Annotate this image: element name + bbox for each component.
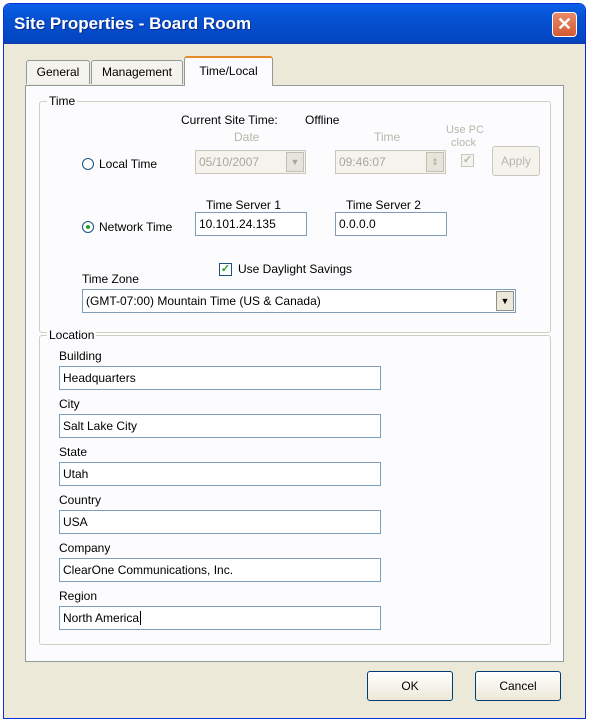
use-pc-clock-checkbox[interactable]: ✓ — [461, 154, 474, 167]
daylight-savings-checkbox[interactable]: ✓ — [219, 263, 232, 276]
tab-management[interactable]: Management — [91, 60, 183, 84]
local-time-label: Local Time — [99, 157, 158, 171]
tab-time-local[interactable]: Time/Local — [184, 56, 273, 86]
city-input[interactable]: Salt Lake City — [59, 414, 381, 438]
ok-button-label: OK — [401, 679, 419, 693]
current-site-time-value: Offline — [305, 113, 340, 127]
time-spinner[interactable]: 09:46:07 ⇕ — [335, 150, 446, 174]
city-value: Salt Lake City — [63, 419, 138, 433]
ok-button[interactable]: OK — [367, 671, 453, 701]
tab-label: General — [36, 65, 80, 79]
time-group-label: Time — [47, 94, 78, 108]
time-value: 09:46:07 — [339, 155, 386, 169]
time-server-1-input[interactable]: 10.101.24.135 — [195, 212, 307, 236]
tab-label: Time/Local — [199, 64, 258, 78]
local-time-radio[interactable] — [82, 158, 94, 170]
region-input[interactable]: North America — [59, 606, 381, 630]
time-zone-label: Time Zone — [82, 272, 139, 286]
company-value: ClearOne Communications, Inc. — [63, 563, 234, 577]
daylight-savings-label: Use Daylight Savings — [238, 262, 353, 276]
text-cursor — [140, 611, 142, 625]
apply-button-label: Apply — [500, 154, 532, 168]
state-value: Utah — [63, 467, 89, 481]
date-picker[interactable]: 05/10/2007 ▼ — [195, 150, 306, 174]
state-label: State — [59, 445, 88, 459]
date-label: Date — [234, 130, 260, 144]
network-time-label: Network Time — [99, 220, 173, 234]
checkmark-icon: ✓ — [220, 263, 231, 275]
location-group-label: Location — [47, 328, 97, 342]
site-properties-dialog: Site Properties - Board Room ✕ General M… — [3, 3, 586, 719]
time-server-1-value: 10.101.24.135 — [199, 217, 276, 231]
tab-label: Management — [101, 65, 173, 79]
country-input[interactable]: USA — [59, 510, 381, 534]
chevron-down-icon: ▼ — [500, 296, 510, 306]
country-value: USA — [63, 515, 88, 529]
checkmark-icon: ✓ — [462, 154, 473, 166]
window-title: Site Properties - Board Room — [14, 14, 252, 33]
time-zone-select[interactable]: (GMT-07:00) Mountain Time (US & Canada) … — [82, 289, 516, 313]
time-zone-dropdown-button[interactable]: ▼ — [496, 291, 514, 311]
time-server-1-label: Time Server 1 — [206, 198, 281, 212]
company-label: Company — [59, 541, 111, 555]
state-input[interactable]: Utah — [59, 462, 381, 486]
cancel-button[interactable]: Cancel — [475, 671, 561, 701]
current-site-time-label: Current Site Time: — [181, 113, 278, 127]
region-value: North America — [63, 611, 140, 625]
company-input[interactable]: ClearOne Communications, Inc. — [59, 558, 381, 582]
time-zone-value: (GMT-07:00) Mountain Time (US & Canada) — [86, 294, 321, 308]
use-pc-clock-label-line2: clock — [451, 137, 477, 149]
tab-general[interactable]: General — [26, 60, 90, 84]
date-dropdown-button[interactable]: ▼ — [286, 152, 304, 172]
time-server-2-input[interactable]: 0.0.0.0 — [335, 212, 447, 236]
time-spinner-button[interactable]: ⇕ — [426, 152, 444, 172]
close-button[interactable]: ✕ — [552, 12, 577, 37]
region-label: Region — [59, 589, 98, 603]
time-server-2-label: Time Server 2 — [346, 198, 421, 212]
tab-panel-time-local: Time Current Site Time: Offline Date Tim… — [25, 85, 564, 662]
cancel-button-label: Cancel — [499, 679, 537, 693]
time-server-2-value: 0.0.0.0 — [339, 217, 376, 231]
apply-button[interactable]: Apply — [492, 146, 540, 176]
use-pc-clock-label: Use PC — [446, 124, 484, 136]
city-label: City — [59, 397, 80, 411]
network-time-radio[interactable] — [82, 221, 94, 233]
date-value: 05/10/2007 — [199, 155, 260, 169]
building-label: Building — [59, 349, 102, 363]
country-label: Country — [59, 493, 102, 507]
spinner-icon: ⇕ — [431, 157, 439, 167]
close-icon: ✕ — [556, 14, 573, 34]
title-bar[interactable]: Site Properties - Board Room ✕ — [4, 4, 585, 44]
time-label: Time — [374, 130, 401, 144]
chevron-down-icon: ▼ — [290, 157, 300, 167]
building-value: Headquarters — [63, 371, 136, 385]
building-input[interactable]: Headquarters — [59, 366, 381, 390]
